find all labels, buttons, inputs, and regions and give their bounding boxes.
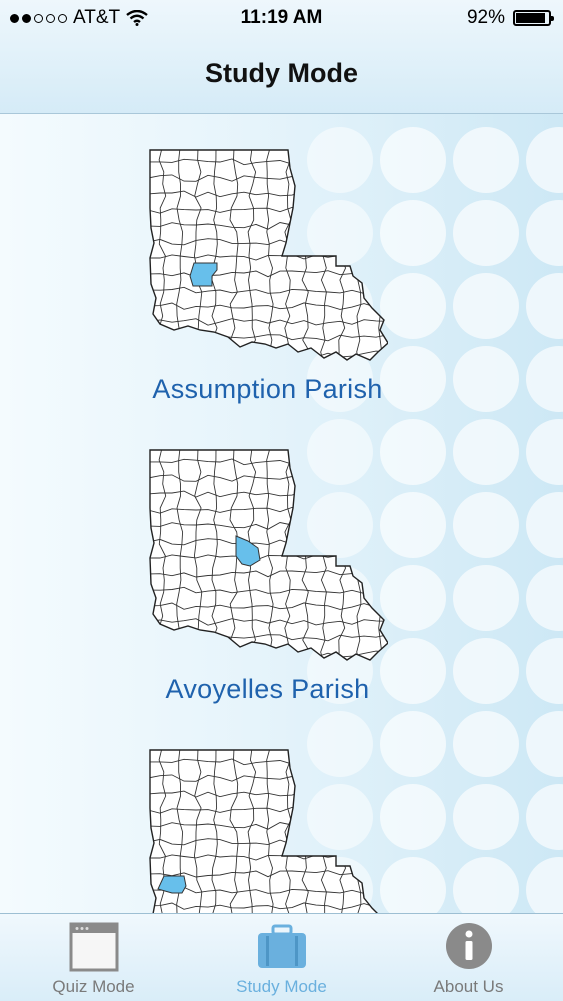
tab-quiz-mode[interactable]: Quiz Mode: [0, 914, 187, 1001]
window-icon: [69, 922, 118, 972]
louisiana-map-icon: [148, 448, 388, 666]
info-icon: [445, 923, 492, 969]
tab-study-mode[interactable]: Study Mode: [188, 914, 375, 1001]
battery-percent: 92%: [466, 7, 505, 28]
battery-status: 92%: [466, 7, 554, 29]
briefcase-icon: [257, 924, 306, 968]
battery-icon: [513, 10, 554, 26]
tab-label: About Us: [433, 977, 504, 996]
louisiana-map-icon: [148, 148, 388, 366]
top-bar: AT&T 11:19 AM 92% Study Mode: [0, 0, 563, 114]
tab-label: Quiz Mode: [52, 977, 135, 996]
louisiana-map-icon: [148, 748, 388, 913]
parish-label[interactable]: Avoyelles Parish: [0, 674, 535, 705]
parish-label[interactable]: Assumption Parish: [0, 374, 535, 405]
study-list[interactable]: Assumption Parish Avoyelles Parish: [0, 114, 563, 913]
status-bar: AT&T 11:19 AM 92%: [0, 0, 563, 36]
page-title: Study Mode: [205, 58, 358, 88]
tab-bar: Quiz Mode Study Mode About Us: [0, 913, 563, 1001]
tab-label: Study Mode: [236, 977, 327, 996]
tab-about-us[interactable]: About Us: [375, 914, 562, 1001]
